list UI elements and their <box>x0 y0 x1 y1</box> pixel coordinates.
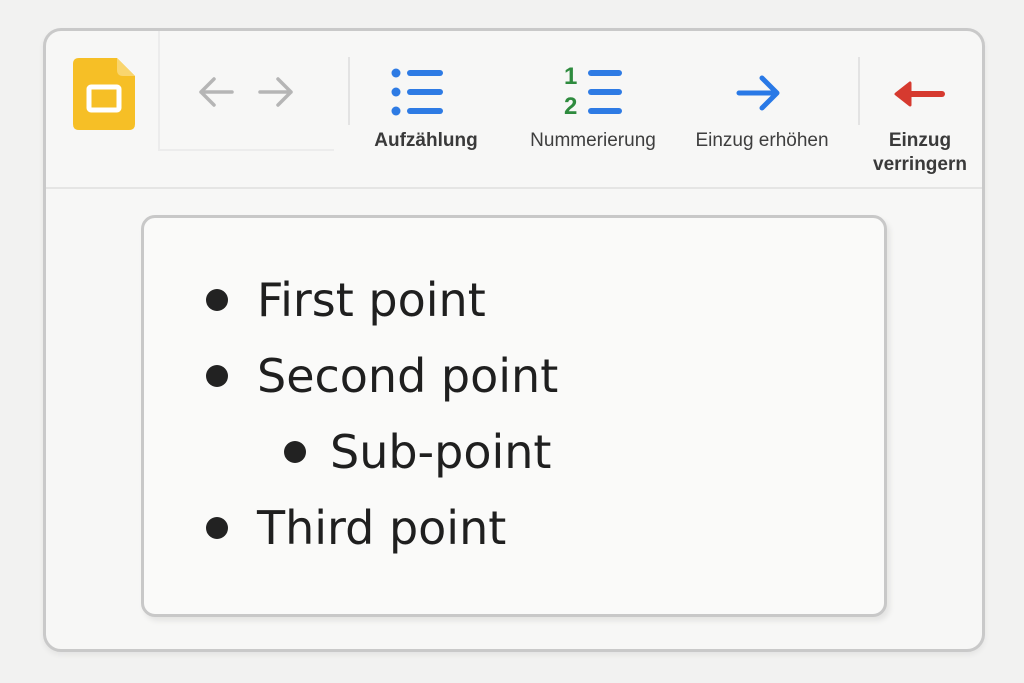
arrow-right-icon <box>258 77 293 107</box>
google-slides-logo-icon[interactable] <box>73 58 135 130</box>
arrow-left-icon <box>894 81 945 107</box>
bullet-dot-icon <box>206 289 228 311</box>
toolbar-divider <box>348 57 350 125</box>
toolbar-divider <box>858 57 860 125</box>
bulleted-list-icon <box>391 68 443 116</box>
app-logo-area <box>46 31 160 149</box>
arrow-right-icon <box>736 75 780 111</box>
numbered-list-label: Nummerierung <box>530 130 656 151</box>
toolbar: Aufzählung 1 2 Nummerierung Einzug erhöh… <box>46 31 982 189</box>
list-lines-icon <box>588 70 622 114</box>
bullet-text: Third point <box>257 501 507 555</box>
history-nav <box>158 31 334 151</box>
bullet-text: First point <box>257 273 486 327</box>
number-two-glyph: 2 <box>564 93 578 120</box>
bulleted-list-label: Aufzählung <box>374 130 478 151</box>
bullet-dot-icon <box>284 441 306 463</box>
increase-indent-button[interactable]: Einzug erhöhen <box>684 63 840 159</box>
bullet-text: Sub-point <box>330 425 552 479</box>
bullet-text: Second point <box>257 349 559 403</box>
numbered-list-button[interactable]: 1 2 Nummerierung <box>516 63 670 159</box>
number-one-glyph: 1 <box>564 63 578 90</box>
increase-indent-label: Einzug erhöhen <box>695 130 829 151</box>
bullet-dot-icon <box>206 517 228 539</box>
arrow-left-icon <box>199 77 234 107</box>
slide-canvas[interactable]: First point Second point Sub-point Third… <box>141 215 887 617</box>
numbered-list-icon: 1 2 <box>562 63 632 125</box>
bullet-dot-icon <box>206 365 228 387</box>
decrease-indent-button[interactable]: Einzug verringern <box>864 63 976 181</box>
forward-button[interactable] <box>254 72 298 112</box>
bulleted-list-button[interactable]: Aufzählung <box>361 63 491 159</box>
back-button[interactable] <box>194 72 238 112</box>
app-window: Aufzählung 1 2 Nummerierung Einzug erhöh… <box>43 28 985 652</box>
decrease-indent-label: Einzug verringern <box>873 130 967 175</box>
